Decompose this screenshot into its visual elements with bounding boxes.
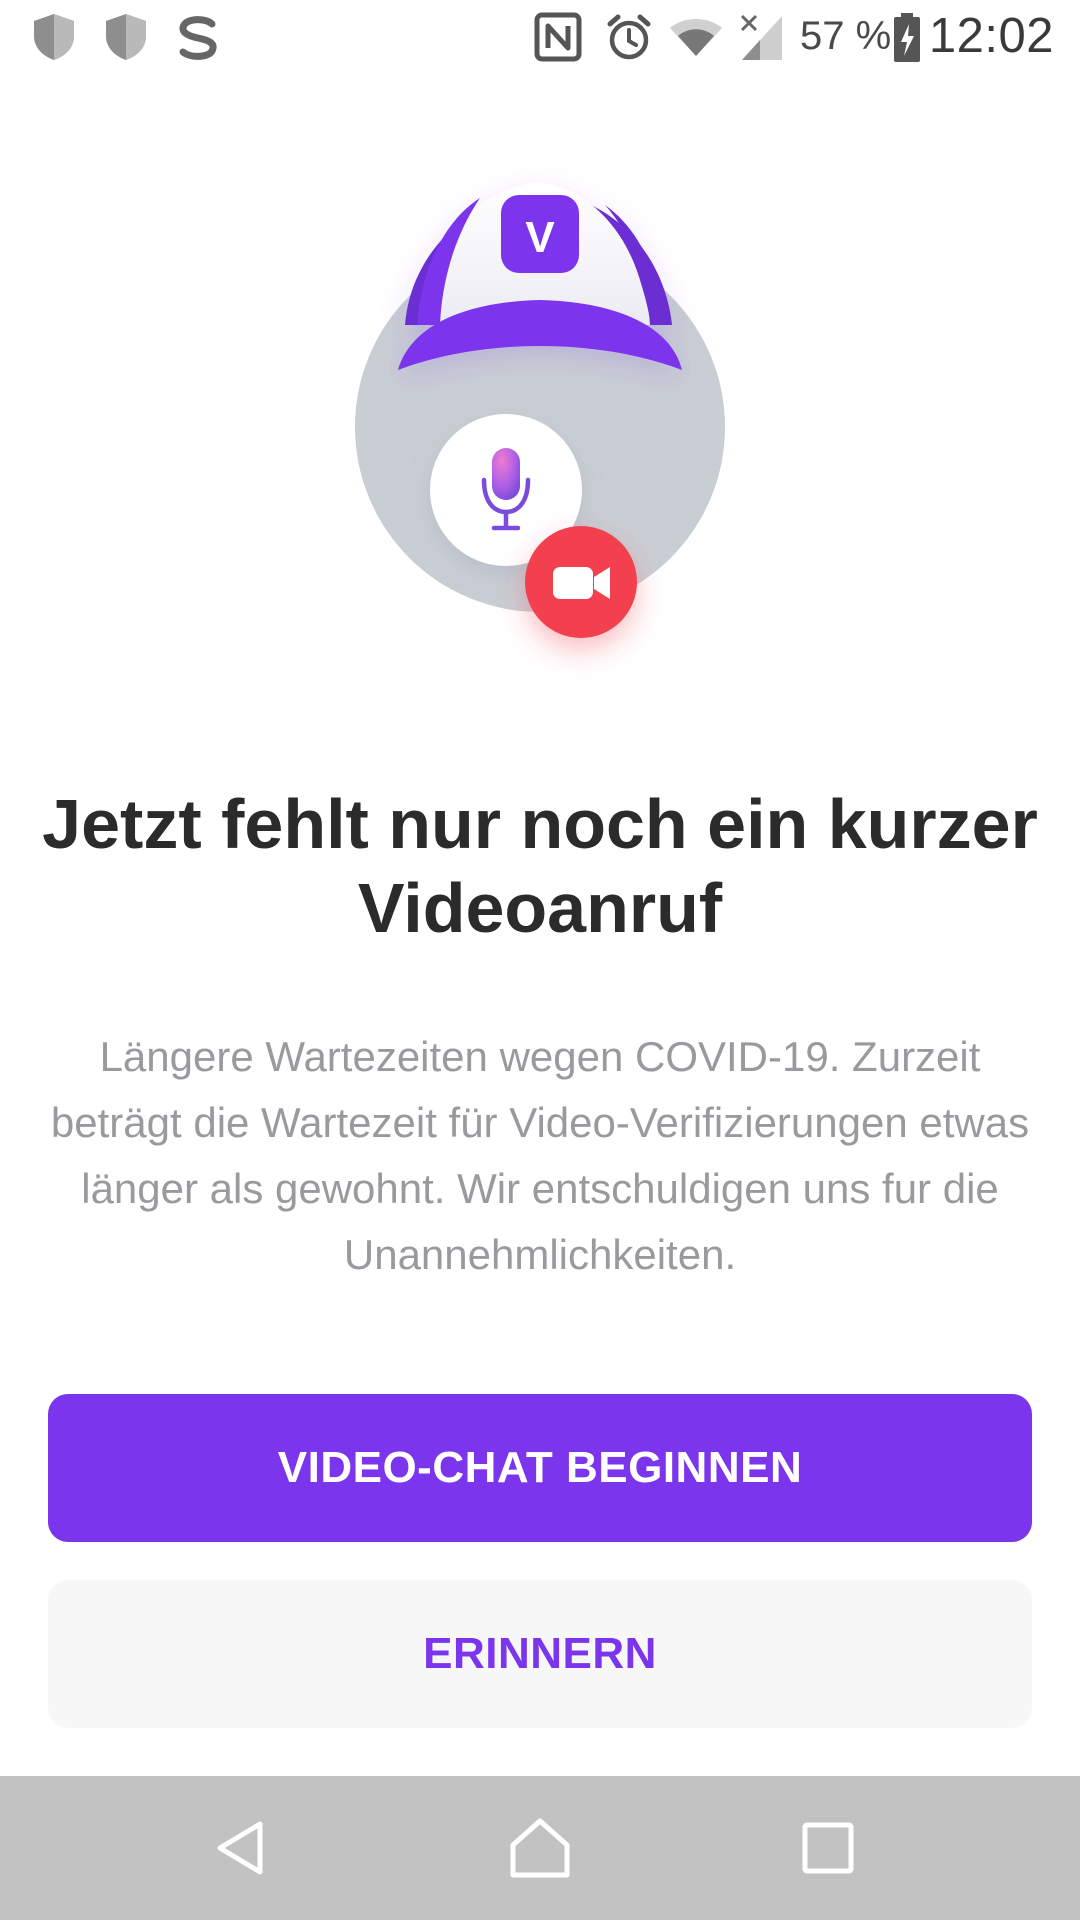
shield-icon bbox=[102, 12, 150, 67]
signal-icon bbox=[738, 12, 786, 67]
battery-percentage: 57 % bbox=[800, 14, 892, 58]
remind-button[interactable]: ERINNERN bbox=[48, 1580, 1032, 1728]
shield-icon bbox=[30, 12, 78, 67]
info-description: Längere Wartezeiten wegen COVID-19. Zurz… bbox=[50, 1033, 1030, 1278]
start-video-chat-button[interactable]: VIDEO-CHAT BEGINNEN bbox=[48, 1394, 1032, 1542]
navigation-bar bbox=[0, 1776, 1080, 1920]
nfc-icon bbox=[534, 12, 582, 67]
status-bar: 57 % 12:02 bbox=[0, 0, 1080, 74]
s-app-icon bbox=[172, 12, 224, 69]
home-icon[interactable] bbox=[490, 1798, 590, 1898]
clock: 12:02 bbox=[928, 9, 1054, 63]
cap-icon: V bbox=[398, 182, 682, 370]
page-title: Jetzt fehlt nur noch ein kurzer Videoanr… bbox=[42, 785, 1038, 947]
recents-icon[interactable] bbox=[778, 1798, 878, 1898]
alarm-icon bbox=[604, 12, 654, 67]
cap-logo-letter: V bbox=[525, 213, 555, 262]
battery-charging-icon bbox=[892, 12, 922, 69]
back-icon[interactable] bbox=[190, 1798, 290, 1898]
hero-illustration: V bbox=[0, 150, 1080, 710]
wifi-icon bbox=[668, 14, 724, 65]
